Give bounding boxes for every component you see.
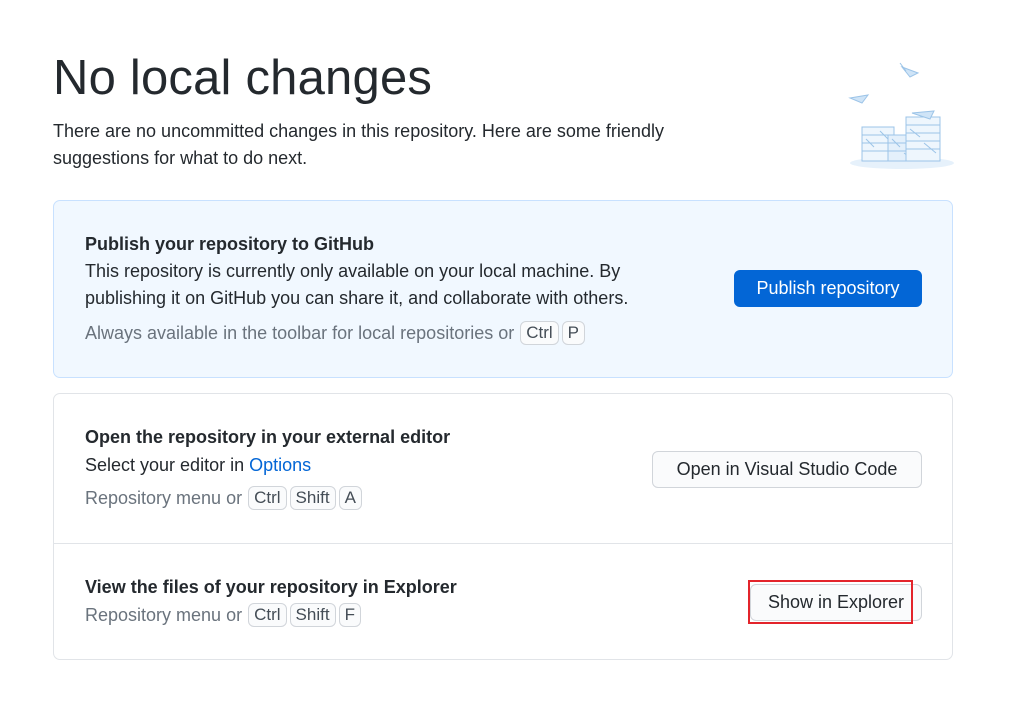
editor-description-text: Select your editor in: [85, 455, 245, 475]
options-link[interactable]: Options: [249, 455, 311, 475]
publish-repository-button[interactable]: Publish repository: [734, 270, 922, 307]
actions-card: Open the repository in your external edi…: [53, 393, 953, 660]
publish-hint-text: Always available in the toolbar for loca…: [85, 322, 515, 343]
publish-card: Publish your repository to GitHub This r…: [53, 200, 953, 378]
key-shift: Shift: [289, 603, 336, 627]
explorer-title: View the files of your repository in Exp…: [85, 577, 457, 597]
show-in-explorer-button[interactable]: Show in Explorer: [750, 584, 922, 621]
page-subtitle: There are no uncommitted changes in this…: [53, 121, 664, 168]
publish-hint: Always available in the toolbar for loca…: [85, 321, 586, 345]
publish-shortcut: Ctrl P: [514, 321, 586, 345]
key-f: F: [338, 603, 361, 627]
explorer-hint-text: Repository menu or: [85, 604, 243, 625]
explorer-hint: Repository menu or Ctrl Shift F: [85, 603, 361, 627]
publish-title: Publish your repository to GitHub: [85, 234, 375, 254]
explorer-shortcut: Ctrl Shift F: [242, 603, 361, 627]
paper-stacks-illustration-icon: [848, 62, 954, 169]
editor-hint: Repository menu or Ctrl Shift A: [85, 486, 362, 510]
editor-shortcut: Ctrl Shift A: [242, 486, 362, 510]
editor-section: Open the repository in your external edi…: [54, 394, 952, 544]
key-a: A: [338, 486, 362, 510]
key-ctrl: Ctrl: [520, 321, 559, 345]
key-ctrl: Ctrl: [248, 603, 287, 627]
page-title: No local changes: [53, 51, 433, 105]
key-shift: Shift: [289, 486, 336, 510]
publish-description: This repository is currently only availa…: [85, 261, 629, 308]
key-ctrl: Ctrl: [248, 486, 287, 510]
explorer-section: View the files of your repository in Exp…: [54, 544, 952, 659]
editor-title: Open the repository in your external edi…: [85, 427, 451, 447]
editor-description: Select your editor in Options: [85, 452, 311, 479]
key-p: P: [561, 321, 586, 345]
editor-hint-text: Repository menu or: [85, 487, 243, 508]
open-in-vscode-button[interactable]: Open in Visual Studio Code: [652, 451, 922, 488]
